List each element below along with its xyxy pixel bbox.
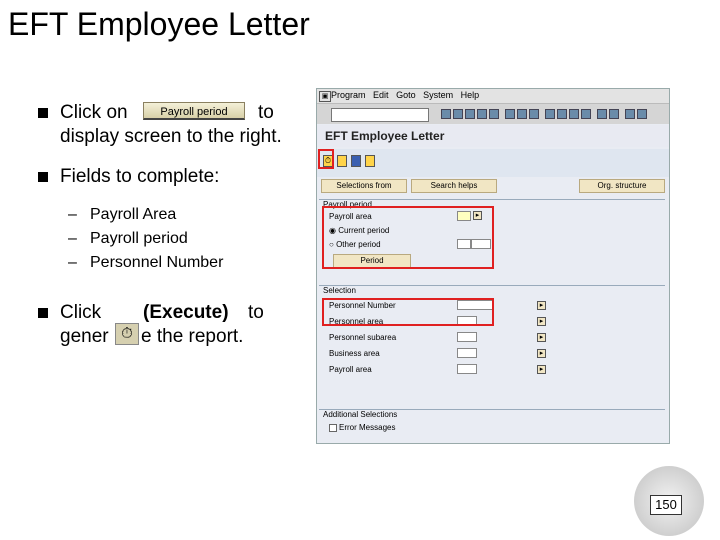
back-icon[interactable]: [465, 109, 475, 119]
business-area-field[interactable]: [457, 348, 477, 358]
menu-program[interactable]: Program: [331, 90, 366, 100]
exit-icon[interactable]: [477, 109, 487, 119]
sub-item: – Payroll period: [68, 230, 188, 247]
print-icon[interactable]: [505, 109, 515, 119]
group-label: Additional Selections: [323, 410, 398, 419]
bullet-1-prefix: Click on: [60, 102, 128, 123]
menu-goto[interactable]: Goto: [396, 90, 416, 100]
sap-logo-icon: ▣: [319, 91, 331, 102]
standard-toolbar: [317, 104, 669, 124]
help-icon[interactable]: [625, 109, 635, 119]
find-next-icon[interactable]: [529, 109, 539, 119]
window-title: EFT Employee Letter: [325, 129, 445, 143]
payroll-area-sel-label: Payroll area: [329, 365, 372, 374]
payroll-area-sel-field[interactable]: [457, 364, 477, 374]
bullet-3-line2b: e the report.: [141, 326, 244, 347]
enter-icon[interactable]: [441, 109, 451, 119]
menu-system[interactable]: System: [423, 90, 453, 100]
selections-from-button[interactable]: Selections from: [321, 179, 407, 193]
last-page-icon[interactable]: [581, 109, 591, 119]
menu-edit[interactable]: Edit: [373, 90, 389, 100]
cancel-icon[interactable]: [489, 109, 499, 119]
save-icon[interactable]: [453, 109, 463, 119]
period-highlight: [322, 206, 494, 269]
bullet-3-line2a: gener: [60, 326, 109, 347]
command-field[interactable]: [331, 108, 429, 122]
new-session-icon[interactable]: [597, 109, 607, 119]
execute-highlight: [318, 149, 334, 169]
bullet-2-text: Fields to complete:: [60, 166, 220, 187]
page-number: 150: [650, 495, 682, 515]
bullet-1-line2: display screen to the right.: [60, 126, 282, 147]
sub-item-label: Personnel Number: [90, 254, 224, 271]
bullet-1-suffix: to: [258, 102, 274, 123]
personnel-subarea-field[interactable]: [457, 332, 477, 342]
bullet-marker: [38, 172, 48, 182]
find-icon[interactable]: [517, 109, 527, 119]
personnel-subarea-label: Personnel subarea: [329, 333, 397, 342]
bullet-marker: [38, 108, 48, 118]
multiple-selection-icon[interactable]: ▸: [537, 349, 546, 358]
sub-item-label: Payroll Area: [90, 206, 177, 223]
business-area-label: Business area: [329, 349, 380, 358]
multiple-selection-icon[interactable]: ▸: [537, 333, 546, 342]
sub-item-label: Payroll period: [90, 230, 188, 247]
bullet-marker: [38, 308, 48, 318]
window-titlebar: EFT Employee Letter: [317, 125, 669, 147]
shortcut-icon[interactable]: [609, 109, 619, 119]
next-page-icon[interactable]: [569, 109, 579, 119]
info-icon[interactable]: [351, 155, 361, 167]
payroll-period-button-image: Payroll period: [143, 102, 245, 120]
error-messages-checkbox[interactable]: [329, 424, 337, 432]
error-messages-label: Error Messages: [339, 423, 396, 432]
personnel-number-highlight: [322, 298, 494, 326]
layout-icon[interactable]: [637, 109, 647, 119]
first-page-icon[interactable]: [545, 109, 555, 119]
application-toolbar: ⏱: [317, 149, 669, 177]
bullet-3-suffix: to: [248, 302, 264, 323]
bullet-3-execute: (Execute): [143, 302, 229, 323]
sub-item: – Personnel Number: [68, 254, 224, 271]
slide-title: EFT Employee Letter: [8, 6, 310, 42]
variant-icon[interactable]: [337, 155, 347, 167]
get-variant-icon[interactable]: [365, 155, 375, 167]
sub-item: – Payroll Area: [68, 206, 177, 223]
multiple-selection-icon[interactable]: ▸: [537, 301, 546, 310]
bullet-3-prefix: Click: [60, 302, 102, 323]
execute-icon: ⏱: [115, 323, 139, 345]
group-label: Selection: [323, 286, 356, 295]
prev-page-icon[interactable]: [557, 109, 567, 119]
menu-bar: ▣ Program Edit Goto System Help: [317, 89, 669, 104]
org-structure-button[interactable]: Org. structure: [579, 179, 665, 193]
multiple-selection-icon[interactable]: ▸: [537, 365, 546, 374]
menu-help[interactable]: Help: [461, 90, 480, 100]
search-helps-button[interactable]: Search helps: [411, 179, 497, 193]
multiple-selection-icon[interactable]: ▸: [537, 317, 546, 326]
